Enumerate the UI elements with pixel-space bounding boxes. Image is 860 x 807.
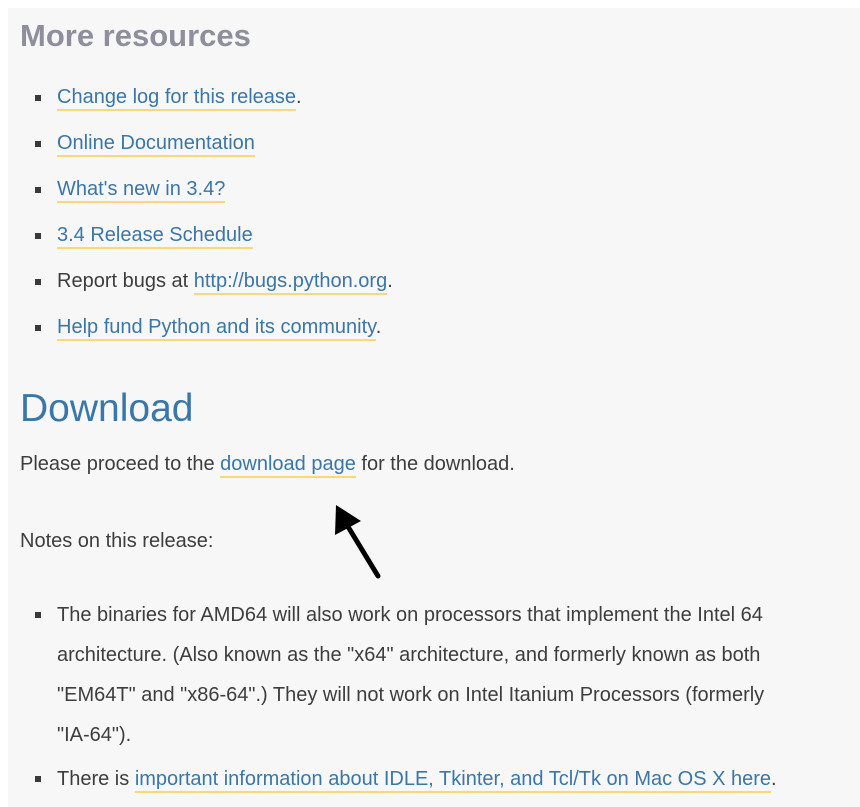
bullet-icon — [35, 612, 41, 618]
help-fund-link[interactable]: Help fund Python and its community — [57, 316, 376, 341]
report-bugs-text: Report bugs at — [57, 270, 194, 292]
download-heading: Download — [20, 387, 194, 430]
note-line: The binaries for AMD64 will also work on… — [57, 604, 763, 626]
punctuation: . — [387, 270, 393, 292]
bullet-icon — [35, 776, 41, 782]
punctuation: . — [375, 316, 382, 338]
release-schedule-link[interactable]: 3.4 Release Schedule — [57, 224, 253, 249]
punctuation: . — [296, 86, 302, 108]
more-resources-heading: More resources — [20, 18, 251, 53]
bullet-icon — [35, 187, 41, 193]
bullet-icon — [35, 233, 41, 239]
download-page-link[interactable]: download page — [220, 453, 356, 478]
proceed-text: Please proceed to the — [20, 453, 221, 475]
bullet-icon — [35, 325, 41, 331]
note-idle-prefix: There is — [57, 768, 135, 790]
note-idle-text: There is important information about IDL… — [57, 759, 857, 799]
bullet-icon — [35, 95, 41, 101]
arrow-pointer-icon — [335, 505, 381, 579]
content-panel: More resources Change log for this relea… — [8, 8, 860, 807]
punctuation: . — [771, 768, 777, 790]
download-instructions: Please proceed to the download page for … — [20, 451, 515, 478]
note-amd64-text: The binaries for AMD64 will also work on… — [57, 595, 857, 755]
note-line: architecture. (Also known as the "x64" a… — [57, 644, 761, 666]
notes-label: Notes on this release: — [20, 530, 214, 552]
bullet-icon — [35, 279, 41, 285]
note-line: "IA-64"). — [57, 724, 132, 746]
bullet-icon — [35, 141, 41, 147]
online-documentation-link[interactable]: Online Documentation — [57, 132, 255, 157]
proceed-text-after: for the download. — [355, 453, 515, 475]
whats-new-link[interactable]: What's new in 3.4? — [57, 178, 226, 203]
note-line: "EM64T" and "x86-64".) They will not wor… — [57, 684, 765, 706]
idle-tkinter-info-link[interactable]: important information about IDLE, Tkinte… — [134, 768, 772, 793]
change-log-link[interactable]: Change log for this release — [57, 86, 297, 111]
bug-tracker-link[interactable]: http://bugs.python.org — [193, 270, 388, 295]
